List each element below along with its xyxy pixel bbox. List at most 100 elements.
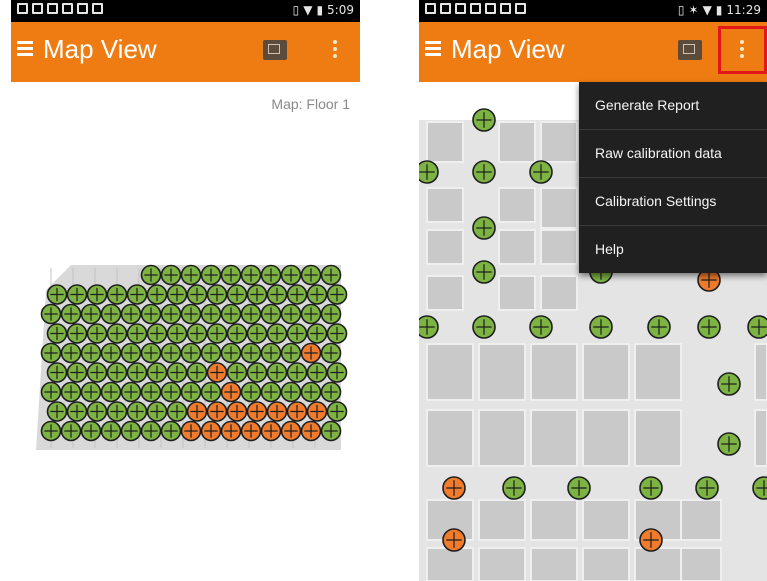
floor-tile [530, 547, 578, 581]
calibration-point [146, 323, 168, 344]
floor-tile [540, 187, 578, 229]
overflow-dropdown-menu: Generate Report Raw calibration data Cal… [579, 82, 767, 273]
calibration-point [300, 303, 322, 325]
floor-tile [498, 187, 536, 223]
calibration-point [280, 303, 302, 325]
calibration-point [246, 323, 268, 344]
calibration-point [240, 420, 262, 442]
calibration-point [66, 284, 88, 305]
calibration-point [320, 342, 342, 364]
calibration-point [60, 420, 82, 442]
calibration-point [266, 323, 288, 344]
calibration-point [306, 362, 328, 383]
calibration-point [126, 284, 148, 305]
floor-tile [426, 547, 474, 581]
calibration-point [80, 420, 102, 442]
calibration-point [300, 264, 322, 286]
calibration-point [206, 323, 228, 344]
calibration-point [66, 362, 88, 383]
floor-tile [478, 343, 526, 401]
calibration-point [280, 264, 302, 286]
calibration-point [695, 476, 719, 500]
floor-tile [426, 121, 464, 163]
menu-item-calibration-settings[interactable]: Calibration Settings [579, 178, 767, 226]
calibration-point [146, 284, 168, 305]
menu-item-raw-calibration-data[interactable]: Raw calibration data [579, 130, 767, 178]
calibration-point [100, 420, 122, 442]
calibration-point [46, 323, 68, 344]
floor-tile [634, 547, 682, 581]
calibration-point [286, 401, 308, 422]
calibration-point [100, 342, 122, 364]
calibration-point [472, 315, 496, 339]
calibration-point [140, 342, 162, 364]
menu-item-generate-report[interactable]: Generate Report [579, 82, 767, 130]
calibration-point [280, 420, 302, 442]
calibration-point [166, 323, 188, 344]
calibration-point [60, 381, 82, 403]
calibration-point [320, 381, 342, 403]
calibration-point [166, 284, 188, 305]
floor-tile [530, 499, 578, 541]
floor-tile [498, 121, 536, 163]
calibration-point [106, 284, 128, 305]
calibration-point [266, 362, 288, 383]
calibration-point [180, 420, 202, 442]
calibration-point [160, 381, 182, 403]
calibration-point [717, 432, 741, 456]
floor-map[interactable] [11, 0, 360, 581]
calibration-point [240, 381, 262, 403]
calibration-point [260, 264, 282, 286]
floor-tile [478, 547, 526, 581]
calibration-point [46, 362, 68, 383]
calibration-point [126, 323, 148, 344]
calibration-point [206, 362, 228, 383]
floor-tile [478, 409, 526, 467]
calibration-point [266, 284, 288, 305]
floor-tile [498, 229, 536, 265]
calibration-point [306, 401, 328, 422]
calibration-point [140, 381, 162, 403]
floor-tile [582, 409, 630, 467]
calibration-point [419, 160, 439, 184]
calibration-point [220, 420, 242, 442]
calibration-point [80, 342, 102, 364]
calibration-point [200, 303, 222, 325]
calibration-point [60, 342, 82, 364]
calibration-point [286, 284, 308, 305]
calibration-point [502, 476, 526, 500]
floor-tile [634, 409, 682, 467]
calibration-point [146, 401, 168, 422]
phone-screen-right: ▯ ✶ ▼ ▮ 11:29 Map View Generate Report R… [419, 0, 767, 581]
calibration-point [140, 264, 162, 286]
calibration-point [126, 362, 148, 383]
calibration-point [240, 303, 262, 325]
calibration-point [66, 401, 88, 422]
floor-tile [680, 499, 722, 541]
screenshot-divider [360, 0, 419, 581]
calibration-point [246, 284, 268, 305]
floor-tile [634, 343, 682, 401]
calibration-point [266, 401, 288, 422]
calibration-point [647, 315, 671, 339]
calibration-point [120, 303, 142, 325]
floor-tile [540, 275, 578, 311]
floor-tile [426, 409, 474, 467]
calibration-point [186, 401, 208, 422]
calibration-point [280, 342, 302, 364]
calibration-point [160, 342, 182, 364]
floor-tile [530, 343, 578, 401]
calibration-point [206, 284, 228, 305]
calibration-point [186, 323, 208, 344]
floor-tile [680, 547, 722, 581]
floor-tile [478, 499, 526, 541]
phone-screen-left: ▯ ▼ ▮ 5:09 Map View Map: Floor 1 [11, 0, 360, 581]
calibration-point [186, 362, 208, 383]
calibration-point [260, 381, 282, 403]
calibration-point [40, 342, 62, 364]
calibration-point [472, 216, 496, 240]
calibration-point [260, 420, 282, 442]
menu-item-help[interactable]: Help [579, 226, 767, 273]
calibration-point [40, 420, 62, 442]
calibration-point [106, 323, 128, 344]
